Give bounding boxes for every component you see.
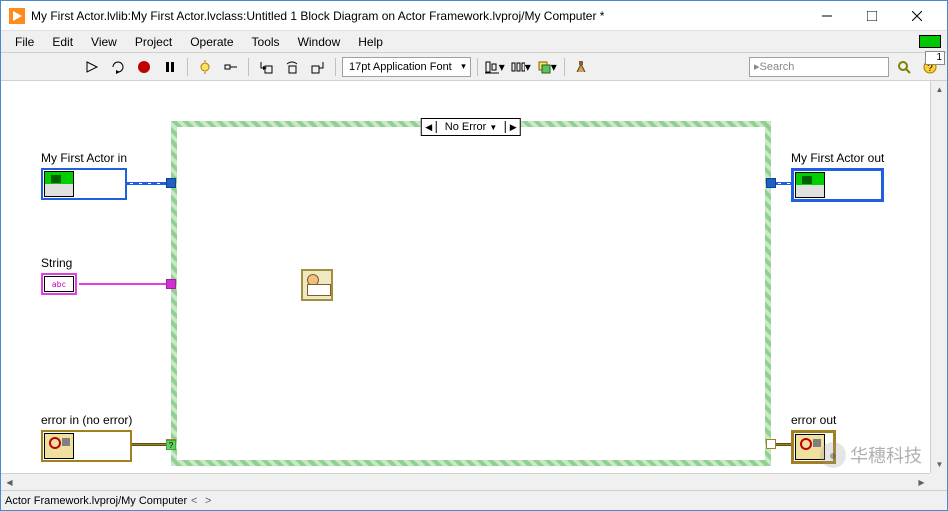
window-title: My First Actor.lvlib:My First Actor.lvcl…: [31, 9, 804, 23]
terminal-label: My First Actor out: [791, 151, 884, 165]
case-frame: [177, 127, 765, 460]
context-index: 1: [925, 51, 945, 65]
abort-button[interactable]: [133, 56, 155, 78]
step-over-button[interactable]: [281, 56, 303, 78]
status-path: Actor Framework.lvproj/My Computer: [5, 495, 187, 507]
font-label: 17pt Application Font: [349, 61, 452, 73]
run-indicator-icon: [919, 35, 941, 48]
font-select[interactable]: 17pt Application Font: [342, 57, 471, 77]
pause-button[interactable]: [159, 56, 181, 78]
terminal-actor-in[interactable]: My First Actor in: [41, 151, 127, 200]
status-prev-button[interactable]: <: [187, 495, 201, 507]
scroll-left-button[interactable]: ◀: [1, 474, 18, 490]
step-into-button[interactable]: [255, 56, 277, 78]
terminal-label: error in (no error): [41, 413, 132, 427]
retain-wire-button[interactable]: [220, 56, 242, 78]
maximize-button[interactable]: [849, 2, 894, 30]
terminal-label: String: [41, 256, 77, 270]
scroll-corner: [930, 473, 947, 490]
menu-view[interactable]: View: [83, 33, 125, 51]
tunnel-actor-out[interactable]: [766, 178, 776, 188]
app-icon: [9, 8, 25, 24]
minimize-button[interactable]: [804, 2, 849, 30]
string-icon: abc: [44, 276, 74, 292]
watermark-text: 华穗科技: [850, 442, 922, 468]
toolbar: 17pt Application Font ▾ ▾ ▾ ▸ Search ? 1: [1, 53, 947, 81]
menu-file[interactable]: File: [7, 33, 42, 51]
run-button[interactable]: [81, 56, 103, 78]
scroll-down-button[interactable]: ▼: [931, 456, 947, 473]
step-out-button[interactable]: [307, 56, 329, 78]
tunnel-string[interactable]: [166, 279, 176, 289]
actor-class-icon: [795, 172, 825, 198]
terminal-label: error out: [791, 413, 836, 427]
case-prev-button[interactable]: ◀: [422, 122, 436, 133]
search-input[interactable]: ▸ Search: [749, 57, 889, 77]
terminal-label: My First Actor in: [41, 151, 127, 165]
menu-tools[interactable]: Tools: [244, 33, 288, 51]
svg-text:?: ?: [169, 441, 174, 450]
distribute-button[interactable]: ▾: [510, 56, 532, 78]
case-label[interactable]: No Error▼: [436, 121, 506, 133]
one-button-dialog-node[interactable]: [301, 269, 333, 301]
status-next-button[interactable]: >: [201, 495, 215, 507]
terminal-string[interactable]: String abc: [41, 256, 77, 295]
menu-operate[interactable]: Operate: [182, 33, 241, 51]
reorder-button[interactable]: ▾: [536, 56, 558, 78]
horizontal-scrollbar[interactable]: ◀ ▶: [1, 473, 930, 490]
watermark: ● 华穗科技: [820, 442, 922, 468]
titlebar: My First Actor.lvlib:My First Actor.lvcl…: [1, 1, 947, 31]
scroll-right-button[interactable]: ▶: [913, 474, 930, 490]
align-button[interactable]: ▾: [484, 56, 506, 78]
close-button[interactable]: [894, 2, 939, 30]
wechat-icon: ●: [820, 442, 846, 468]
block-diagram-canvas[interactable]: ◀ No Error▼ ▶ ? My First Actor in My Fir…: [1, 81, 947, 490]
menu-window[interactable]: Window: [290, 33, 349, 51]
vertical-scrollbar[interactable]: ▲ ▼: [930, 81, 947, 473]
run-continuous-button[interactable]: [107, 56, 129, 78]
case-structure[interactable]: ◀ No Error▼ ▶ ?: [171, 121, 771, 466]
tunnel-error-out[interactable]: [766, 439, 776, 449]
case-selector-terminal[interactable]: ?: [166, 439, 176, 449]
labview-window: My First Actor.lvlib:My First Actor.lvcl…: [0, 0, 948, 511]
search-placeholder: Search: [760, 61, 795, 73]
error-cluster-icon: [44, 433, 74, 459]
menu-help[interactable]: Help: [350, 33, 391, 51]
tunnel-actor-in[interactable]: [166, 178, 176, 188]
actor-class-icon: [44, 171, 74, 197]
menu-project[interactable]: Project: [127, 33, 180, 51]
search-button[interactable]: [893, 56, 915, 78]
cleanup-button[interactable]: [571, 56, 593, 78]
menubar: File Edit View Project Operate Tools Win…: [1, 31, 947, 53]
terminal-error-in[interactable]: error in (no error): [41, 413, 132, 462]
statusbar: Actor Framework.lvproj/My Computer < >: [1, 490, 947, 510]
case-selector[interactable]: ◀ No Error▼ ▶: [421, 118, 521, 136]
menu-edit[interactable]: Edit: [44, 33, 81, 51]
case-next-button[interactable]: ▶: [506, 122, 520, 133]
scroll-up-button[interactable]: ▲: [931, 81, 947, 98]
highlight-button[interactable]: [194, 56, 216, 78]
terminal-actor-out[interactable]: My First Actor out: [791, 151, 884, 202]
